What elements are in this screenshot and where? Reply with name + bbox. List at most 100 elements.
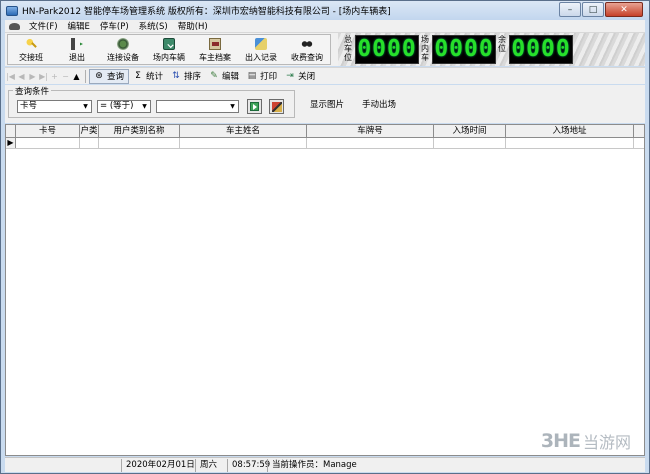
vehicles-table[interactable]: 卡号 户类 用户类别名称 车主姓名 车牌号 入场时间 入场地址 ▶ [5,124,645,456]
fee-query-button[interactable]: 收费查询 [284,35,330,64]
owner-records-button[interactable]: 车主档案 [192,35,238,64]
minimize-button[interactable]: – [559,2,581,17]
first-record-button[interactable]: |◀ [5,72,16,81]
sort-icon: ⇅ [172,71,180,81]
table-cell[interactable] [80,138,99,148]
menu-file[interactable]: 文件(F) [24,20,63,32]
manual-exit-button[interactable]: 手动出场 [362,98,396,110]
query-operator-value: = (等于) [100,101,134,111]
exit-icon [71,38,83,50]
query-value-select[interactable]: ▼ [156,100,239,113]
maximize-button[interactable]: □ [582,2,604,17]
app-window: HN-Park2012 智能停车场管理系统 版权所有：深圳市宏纳智能科技有限公司… [0,0,650,474]
last-record-button[interactable]: ▶| [38,72,49,81]
next-record-button[interactable]: ▶ [27,72,38,81]
menu-bar: 文件(F) 编辑E 停车(P) 系统(S) 帮助(H) [5,20,645,33]
column-header-user-type[interactable]: 户类 [80,125,99,137]
binoculars-icon: ⊛ [95,71,103,81]
main-toolbar-buttons: 交接班 退出 连接设备 场内车辆 车主档案 出入记录 收费查询 [7,34,331,65]
query-panel: 查询条件 卡号 ▼ = (等于) ▼ ▼ 显示图片 手动出场 [5,85,645,123]
query-label: 查询 [107,72,125,82]
prev-record-button[interactable]: ◀ [16,72,27,81]
run-query-icon [250,102,259,111]
connect-device-icon [117,38,129,50]
print-button[interactable]: ▤ 打印 [243,69,281,84]
statistics-button[interactable]: Σ 统计 [129,69,167,84]
menu-help[interactable]: 帮助(H) [173,20,213,32]
watermark-text: 当游网 [582,433,631,452]
edit-label: 编辑 [222,72,240,82]
edit-icon: ✎ [210,71,218,81]
edit-button[interactable]: ✎ 编辑 [205,69,243,84]
status-time: 08:57:59 [227,458,270,472]
menu-parking[interactable]: 停车(P) [95,20,134,32]
execute-query-button[interactable] [247,99,262,114]
watermark-logo: 3HE [540,430,581,452]
menu-logo-icon[interactable] [9,22,20,30]
exit-label: 退出 [69,53,85,62]
in-lot-vehicles-label: 场内车辆 [153,53,185,62]
in-lot-vehicles-button[interactable]: 场内车辆 [146,35,192,64]
column-header-plate-no[interactable]: 车牌号 [307,125,434,137]
title-bar: HN-Park2012 智能停车场管理系统 版权所有：深圳市宏纳智能科技有限公司… [1,1,649,20]
column-header-entry-time[interactable]: 入场时间 [434,125,506,137]
connect-device-button[interactable]: 连接设备 [100,35,146,64]
entry-exit-log-label: 出入记录 [245,53,277,62]
chevron-down-icon: ▼ [142,103,147,110]
column-header-category-name[interactable]: 用户类别名称 [99,125,180,137]
table-cell[interactable] [307,138,434,148]
total-spaces-label: 总车位 [344,35,352,62]
owner-records-label: 车主档案 [199,53,231,62]
remaining-spaces-value: 0000 [511,36,571,62]
status-date: 2020年02月01日 [121,458,195,472]
table-header: 卡号 户类 用户类别名称 车主姓名 车牌号 入场时间 入场地址 [6,125,644,138]
remaining-spaces-display: 0000 [509,35,573,64]
close-window-button[interactable]: ✕ [605,2,643,17]
shift-handover-button[interactable]: 交接班 [8,35,54,64]
post-record-button[interactable]: ▲ [71,72,82,81]
chevron-down-icon: ▼ [83,103,88,110]
query-field-select[interactable]: 卡号 ▼ [17,100,92,113]
table-cell[interactable] [434,138,506,148]
fee-query-label: 收费查询 [291,53,323,62]
table-cell[interactable] [16,138,80,148]
status-operator: 当前操作员：Manage [267,458,377,472]
connect-device-label: 连接设备 [107,53,139,62]
query-field-value: 卡号 [20,101,38,111]
column-header-entry-location[interactable]: 入场地址 [506,125,634,137]
close-door-icon: ⇥ [286,71,294,81]
query-operator-select[interactable]: = (等于) ▼ [97,100,151,113]
status-weekday: 周六 [195,458,227,472]
entry-exit-log-button[interactable]: 出入记录 [238,35,284,64]
table-row[interactable]: ▶ [6,138,644,149]
in-lot-value: 0000 [434,36,494,62]
query-button[interactable]: ⊛ 查询 [89,68,130,84]
statistics-label: 统计 [146,72,164,82]
close-table-button[interactable]: ⇥ 关闭 [281,69,319,84]
query-conditions-group: 查询条件 卡号 ▼ = (等于) ▼ ▼ [8,85,295,118]
table-cell[interactable] [99,138,180,148]
table-cell[interactable] [506,138,634,148]
table-cell[interactable] [180,138,307,148]
window-title: HN-Park2012 智能停车场管理系统 版权所有：深圳市宏纳智能科技有限公司… [22,7,391,17]
clear-brush-icon [271,101,282,112]
add-record-button[interactable]: + [49,72,60,81]
delete-record-button[interactable]: − [60,72,71,81]
sort-button[interactable]: ⇅ 排序 [167,69,205,84]
exit-button[interactable]: 退出 [54,35,100,64]
total-spaces-display: 0000 [355,35,419,64]
in-lot-label: 场内车 [421,35,429,62]
column-header-owner-name[interactable]: 车主姓名 [180,125,307,137]
record-toolbar: |◀ ◀ ▶ ▶| + − ▲ ⊛ 查询 Σ 统计 ⇅ 排序 ✎ 编辑 ▤ 打印… [5,67,645,84]
menu-edit[interactable]: 编辑E [63,20,95,32]
column-header-card-no[interactable]: 卡号 [16,125,80,137]
in-lot-vehicles-icon [163,38,175,50]
close-table-label: 关闭 [298,72,316,82]
window-controls: – □ ✕ [558,2,643,17]
toolbar-divider [85,69,86,83]
in-lot-display: 0000 [432,35,496,64]
show-image-button[interactable]: 显示图片 [310,98,344,110]
menu-system[interactable]: 系统(S) [134,20,173,32]
clear-query-button[interactable] [269,99,284,114]
space-counter-panel: 总车位 0000 场内车 0000 余位 0000 [338,33,645,66]
